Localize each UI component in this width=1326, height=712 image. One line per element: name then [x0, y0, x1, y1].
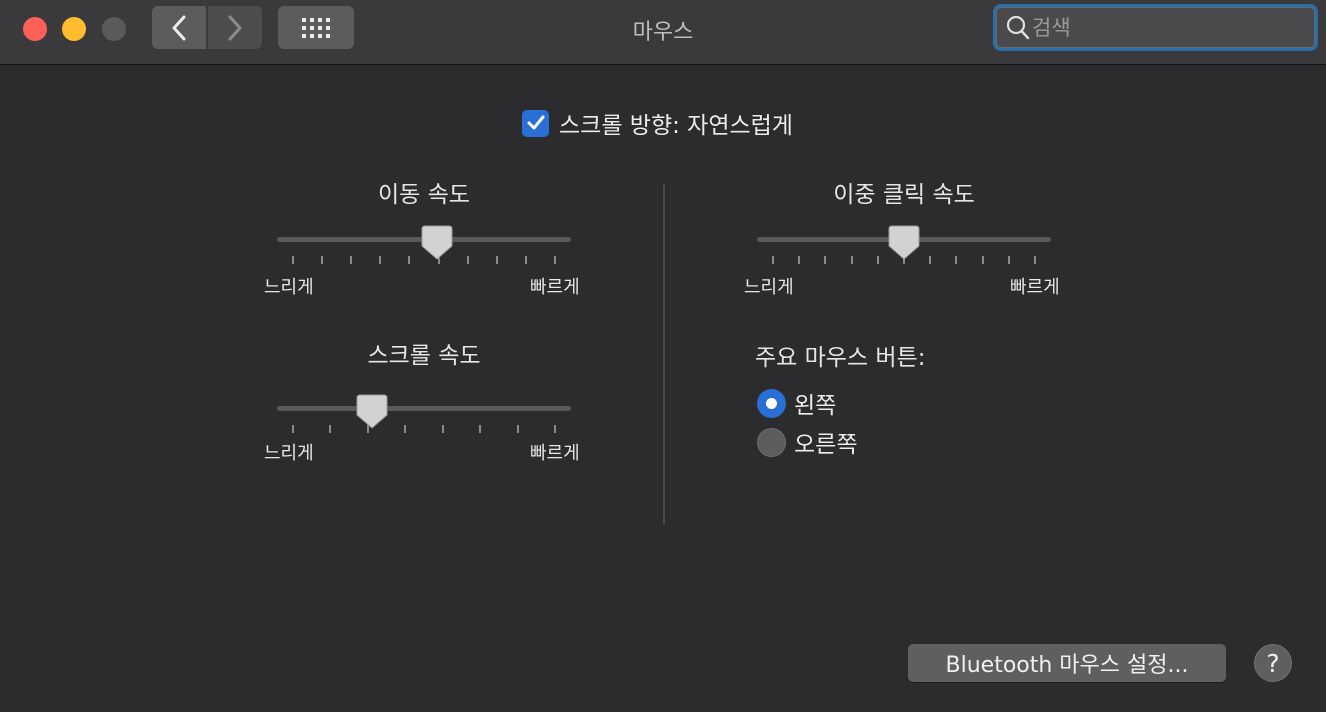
tracking-speed-title: 이동 속도: [378, 182, 470, 208]
slider-thumb[interactable]: [888, 225, 920, 261]
slider-thumb[interactable]: [421, 225, 453, 261]
slider-tick: [929, 256, 932, 264]
grid-icon: [302, 17, 330, 38]
zoom-window-button[interactable]: [102, 17, 126, 41]
bluetooth-mouse-setup-button[interactable]: Bluetooth 마우스 설정...: [908, 644, 1226, 682]
double-click-speed-title: 이중 클릭 속도: [833, 182, 975, 208]
checkmark-icon: [527, 115, 544, 130]
title-bar: 마우스: [0, 0, 1326, 65]
slider-tick: [554, 256, 556, 264]
primary-button-title: 주요 마우스 버튼:: [755, 345, 926, 371]
tracking-speed-min-label: 느리게: [264, 277, 314, 298]
chevron-left-icon: [172, 15, 186, 40]
close-window-button[interactable]: [23, 17, 47, 41]
slider-tick: [495, 256, 498, 264]
slider-tick: [404, 425, 407, 433]
slider-tick: [408, 256, 411, 264]
radio-right-label: 오른쪽: [794, 432, 858, 458]
search-icon: [1006, 15, 1030, 39]
slider-thumb[interactable]: [356, 394, 388, 430]
scroll-speed-title: 스크롤 속도: [367, 343, 481, 369]
slider-tick: [292, 256, 294, 264]
slider-tick: [955, 256, 958, 264]
slider-tick: [379, 256, 382, 264]
radio-selected-dot: [766, 397, 777, 409]
slider-tick: [554, 425, 556, 433]
radio-option-right[interactable]: 오른쪽: [757, 425, 857, 459]
slider-tick: [350, 256, 353, 264]
slider-track[interactable]: [277, 406, 571, 411]
slider-tick: [466, 256, 469, 264]
scroll-direction-checkbox[interactable]: [522, 109, 549, 137]
slider-tick: [524, 256, 527, 264]
back-button[interactable]: [152, 6, 206, 49]
divider: [663, 184, 665, 524]
show-all-button[interactable]: [278, 6, 354, 49]
slider-tick: [876, 256, 879, 264]
radio-left-label: 왼쪽: [794, 393, 837, 419]
preferences-window: 마우스 스크롤 방향: 자연스럽게 이동 속도 느리게 빠르게 스크롤 속도 느…: [0, 0, 1326, 712]
scroll-direction-option[interactable]: 스크롤 방향: 자연스럽게: [522, 106, 793, 140]
slider-tick: [329, 425, 332, 433]
search-field[interactable]: [993, 4, 1318, 51]
double-click-speed-max-label: 빠르게: [1010, 277, 1060, 298]
slider-tick: [772, 256, 774, 264]
slider-tick: [824, 256, 827, 264]
forward-button[interactable]: [208, 6, 262, 49]
slider-tick: [850, 256, 853, 264]
slider-tick: [479, 425, 482, 433]
search-input[interactable]: [1030, 6, 1315, 49]
slider-tick: [292, 425, 294, 433]
radio-option-left[interactable]: 왼쪽: [757, 386, 836, 420]
slider-tick: [1034, 256, 1036, 264]
slider-tick: [441, 425, 444, 433]
minimize-window-button[interactable]: [62, 17, 86, 41]
slider-tick: [981, 256, 984, 264]
tracking-speed-max-label: 빠르게: [530, 277, 580, 298]
chevron-right-icon: [228, 15, 242, 40]
slider-tick: [321, 256, 324, 264]
slider-tick: [516, 425, 519, 433]
radio-right[interactable]: [757, 427, 786, 457]
scroll-speed-max-label: 빠르게: [530, 443, 580, 464]
double-click-speed-min-label: 느리게: [744, 277, 794, 298]
help-button[interactable]: ?: [1254, 644, 1292, 682]
scroll-direction-label: 스크롤 방향: 자연스럽게: [559, 113, 793, 139]
scroll-speed-min-label: 느리게: [264, 443, 314, 464]
radio-left[interactable]: [757, 388, 786, 418]
slider-tick: [798, 256, 801, 264]
slider-tick: [1007, 256, 1010, 264]
